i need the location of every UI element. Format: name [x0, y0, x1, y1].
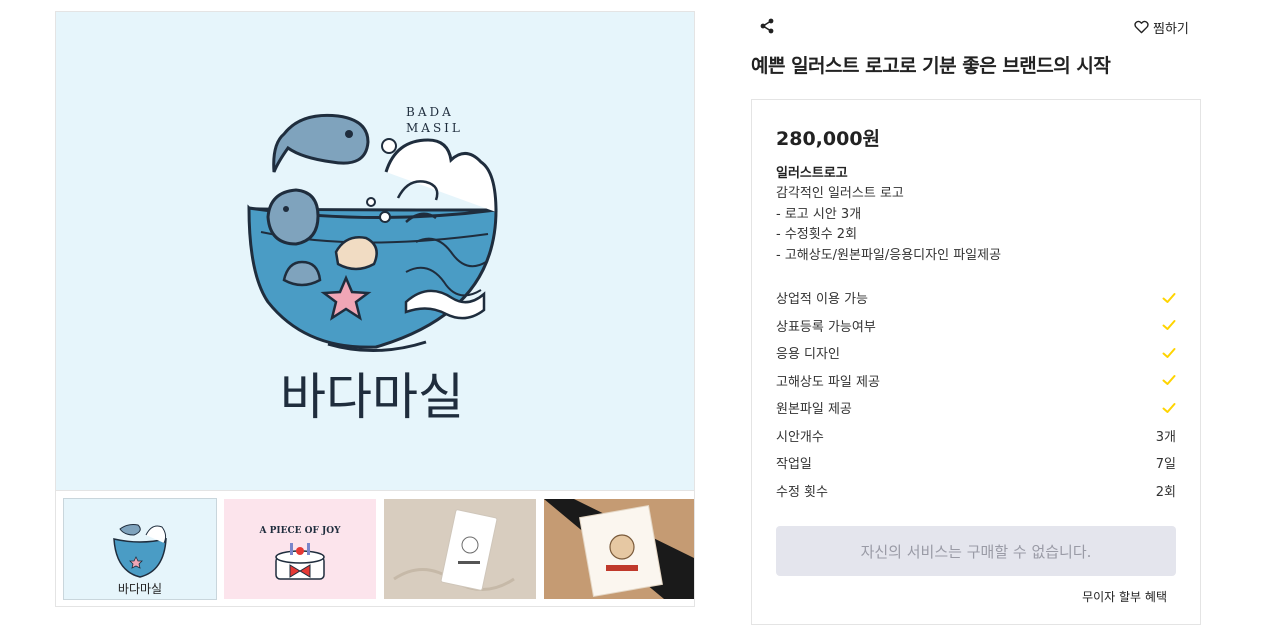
feature-row-draft-count: 시안개수 3개	[776, 422, 1176, 450]
logo-text-bada: BADA	[406, 105, 454, 119]
package-description-line: - 수정횟수 2회	[776, 227, 858, 242]
feature-label: 수정 횟수	[776, 484, 828, 500]
feature-label: 원본파일 제공	[776, 402, 852, 418]
package-price: 280,000원	[776, 128, 881, 150]
logo-text-korean: 바다마실	[280, 368, 464, 426]
check-icon	[1162, 402, 1176, 413]
check-icon	[1162, 347, 1176, 358]
wish-label: 찜하기	[1153, 21, 1189, 37]
package-description-line: 감각적인 일러스트 로고	[776, 186, 904, 201]
check-icon	[1162, 320, 1176, 331]
image-gallery: BADA MASIL 바다마실 바다마실 A PIECE OF JOY	[55, 11, 695, 607]
thumb-cake-text: A PIECE OF JOY	[259, 526, 342, 536]
feature-label: 작업일	[776, 457, 812, 473]
installment-benefit-link[interactable]: 무이자 할부 혜택	[1082, 588, 1167, 605]
package-description-line: - 고해상도/원본파일/응용디자인 파일제공	[776, 247, 1002, 263]
feature-row-source-file: 원본파일 제공	[776, 394, 1176, 422]
thumb-title: 바다마실	[117, 582, 163, 596]
feature-label: 시안개수	[776, 429, 824, 445]
service-title: 예쁜 일러스트 로고로 기분 좋은 브랜드의 시작	[751, 55, 1111, 77]
share-icon	[760, 18, 774, 34]
thumbnail-strip: 바다마실 A PIECE OF JOY	[56, 490, 694, 606]
wish-button[interactable]: 찜하기	[1134, 17, 1189, 37]
package-name: 일러스트로고	[776, 166, 848, 181]
feature-row-trademark: 상표등록 가능여부	[776, 312, 1176, 340]
feature-label: 상표등록 가능여부	[776, 319, 876, 335]
feature-value: 7일	[1155, 457, 1176, 473]
thumb-bada-masil[interactable]: 바다마실	[63, 498, 217, 600]
package-box: 280,000원 일러스트로고 감각적인 일러스트 로고 - 로고 시안 3개 …	[751, 99, 1201, 625]
thumb-cake-image: A PIECE OF JOY	[259, 526, 342, 580]
feature-row-applied-design: 응용 디자인	[776, 339, 1176, 367]
share-button[interactable]	[758, 17, 776, 35]
feature-row-commercial-use: 상업적 이용 가능	[776, 284, 1176, 312]
feature-list: 상업적 이용 가능 상표등록 가능여부 응용 디자인 고해상도 파일 제공 원본…	[776, 284, 1176, 504]
bada-masil-logo-illustration: BADA MASIL 바다마실	[247, 105, 498, 426]
purchase-button-disabled[interactable]: 자신의 서비스는 구매할 수 없습니다.	[776, 526, 1176, 576]
heart-outline-icon	[1134, 20, 1149, 34]
thumb-piece-of-joy[interactable]: A PIECE OF JOY	[224, 499, 376, 599]
feature-value: 2회	[1155, 484, 1176, 500]
logo-text-masil: MASIL	[406, 121, 463, 135]
feature-row-high-res: 고해상도 파일 제공	[776, 367, 1176, 395]
feature-label: 상업적 이용 가능	[776, 292, 868, 308]
package-description: 감각적인 일러스트 로고 - 로고 시안 3개 - 수정횟수 2회 - 고해상도…	[776, 184, 1176, 266]
feature-row-work-days: 작업일 7일	[776, 449, 1176, 477]
feature-row-revisions: 수정 횟수 2회	[776, 477, 1176, 505]
feature-value: 3개	[1155, 429, 1176, 445]
check-icon	[1162, 375, 1176, 386]
thumb-card-image	[384, 499, 536, 599]
thumb-business-card[interactable]	[384, 499, 536, 599]
thumb-card-on-table[interactable]	[544, 499, 694, 599]
feature-label: 응용 디자인	[776, 347, 840, 363]
main-product-image[interactable]: BADA MASIL 바다마실	[56, 12, 694, 490]
feature-label: 고해상도 파일 제공	[776, 374, 880, 390]
package-description-line: - 로고 시안 3개	[776, 206, 862, 222]
check-icon	[1162, 292, 1176, 303]
thumb-card-image-2	[544, 499, 694, 599]
